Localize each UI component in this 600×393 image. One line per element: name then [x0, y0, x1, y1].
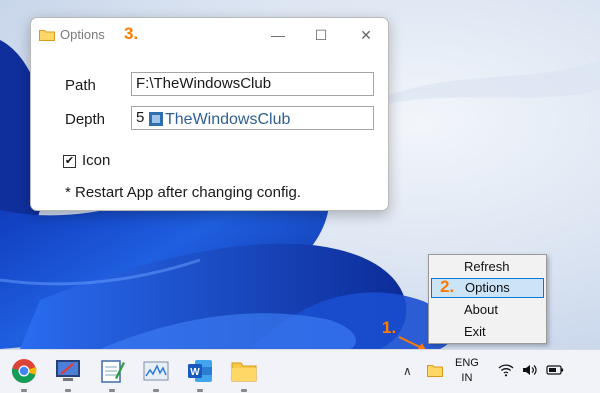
- minimize-button[interactable]: —: [262, 22, 294, 48]
- maximize-button[interactable]: ☐: [305, 22, 337, 48]
- watermark-logo: [149, 112, 163, 126]
- icon-checkbox[interactable]: ✔: [63, 155, 76, 168]
- close-icon: ✕: [360, 26, 372, 43]
- app-indicator: [109, 389, 115, 392]
- icon-checkbox-label[interactable]: Icon: [82, 152, 110, 169]
- tray-context-menu: Refresh Options About Exit: [428, 254, 547, 344]
- check-icon: ✔: [64, 155, 75, 167]
- window-title: Options: [60, 27, 105, 42]
- folder-icon: [39, 30, 55, 41]
- word-icon[interactable]: W: [187, 358, 213, 384]
- battery-icon[interactable]: [546, 363, 564, 377]
- tray-folder-icon[interactable]: [427, 364, 443, 377]
- wifi-icon[interactable]: [498, 363, 514, 377]
- watermark-text: TheWindowsClub: [165, 111, 291, 128]
- menu-item-about[interactable]: About: [431, 300, 544, 320]
- svg-text:W: W: [190, 367, 200, 378]
- maximize-icon: ☐: [314, 26, 328, 43]
- path-label: Path: [65, 77, 96, 94]
- app-indicator: [21, 389, 27, 392]
- taskbar: W ∧ ENG IN: [0, 349, 600, 393]
- depth-label: Depth: [65, 111, 106, 128]
- show-hidden-icons-chevron[interactable]: ∧: [403, 364, 412, 378]
- app-indicator: [241, 389, 247, 392]
- app-indicator: [197, 389, 203, 392]
- file-explorer-icon[interactable]: [231, 358, 257, 384]
- chrome-icon[interactable]: [11, 358, 37, 384]
- minimize-icon: —: [271, 27, 285, 43]
- menu-item-exit[interactable]: Exit: [431, 322, 544, 342]
- app-indicator: [65, 389, 71, 392]
- notepad-icon[interactable]: [99, 358, 125, 384]
- app-indicator: [153, 389, 159, 392]
- restart-note: * Restart App after changing config.: [65, 184, 301, 201]
- remote-desktop-icon[interactable]: [55, 358, 81, 384]
- close-button[interactable]: ✕: [350, 22, 382, 48]
- volume-icon[interactable]: [522, 363, 538, 377]
- language-indicator[interactable]: ENG IN: [455, 356, 479, 386]
- path-input[interactable]: F:\TheWindowsClub: [131, 72, 374, 96]
- performance-monitor-icon[interactable]: [143, 358, 169, 384]
- step-3-label: 3.: [124, 24, 139, 43]
- step-1-label: 1.: [382, 318, 397, 337]
- region-code: IN: [461, 372, 473, 384]
- options-window: Options 3. — ☐ ✕ Path F:\TheWindowsClub …: [30, 17, 389, 211]
- language-code: ENG: [455, 357, 479, 369]
- menu-item-refresh[interactable]: Refresh: [431, 257, 544, 277]
- window-titlebar[interactable]: Options 3. — ☐ ✕: [31, 18, 388, 52]
- step-2-label: 2.: [440, 277, 455, 296]
